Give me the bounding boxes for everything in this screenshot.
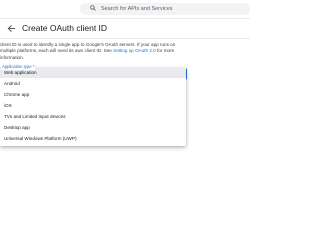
menu-item-tvs-limited-input[interactable]: TVs and Limited Input devices bbox=[0, 112, 186, 122]
menu-item-android[interactable]: Android bbox=[0, 79, 186, 89]
description-line-1: client ID is used to identify a single a… bbox=[0, 42, 176, 47]
back-arrow-icon[interactable] bbox=[7, 24, 16, 33]
description-line-2: multiple platforms, each will need its o… bbox=[0, 48, 112, 54]
menu-item-web-application[interactable]: Web application bbox=[0, 68, 186, 78]
search-icon bbox=[90, 5, 96, 11]
application-type-label: Application type * bbox=[1, 63, 36, 70]
description-line-4: information. bbox=[0, 54, 25, 60]
search-placeholder: Search for APIs and Services bbox=[101, 6, 173, 12]
description-line-3: for more bbox=[157, 48, 175, 54]
application-type-menu: Web application Android Chrome app iOS T… bbox=[0, 68, 186, 146]
menu-item-chrome-app[interactable]: Chrome app bbox=[0, 90, 186, 100]
menu-item-desktop-app[interactable]: Desktop app bbox=[0, 123, 186, 133]
menu-item-ios[interactable]: iOS bbox=[0, 101, 186, 111]
description-text: client ID is used to identify a single a… bbox=[0, 42, 246, 61]
page-title: Create OAuth client ID bbox=[22, 23, 108, 33]
menu-item-uwp[interactable]: Universal Windows Platform (UWP) bbox=[0, 134, 186, 144]
setup-oauth-link[interactable]: Setting up OAuth 2.0 bbox=[113, 48, 156, 53]
